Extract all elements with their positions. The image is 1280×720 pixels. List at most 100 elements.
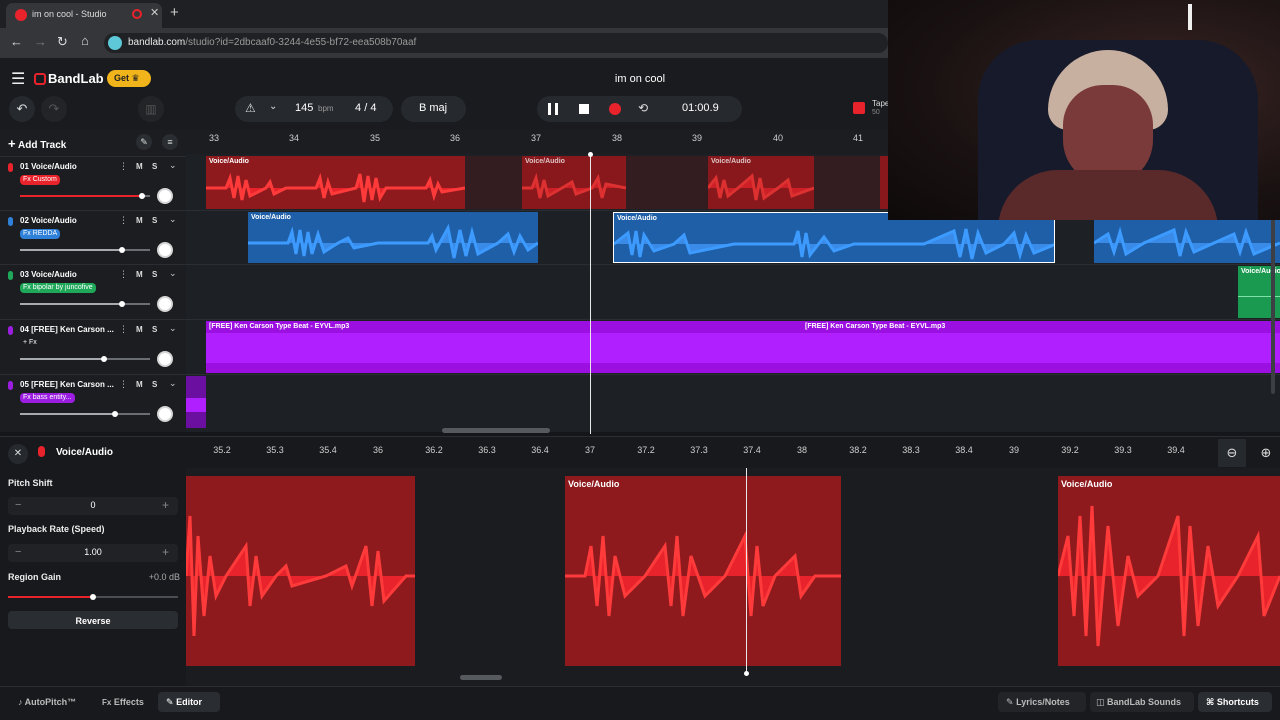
pan-knob[interactable] <box>157 406 173 422</box>
track-settings-icon[interactable]: ≡ <box>162 134 178 150</box>
record-button[interactable] <box>609 103 621 115</box>
tuner-icon[interactable]: ✎ <box>136 134 152 150</box>
autopitch-button[interactable]: ♪ AutoPitch™ <box>18 697 76 707</box>
shortcuts-button[interactable]: ⌘ Shortcuts <box>1198 692 1272 712</box>
close-editor-icon[interactable]: ✕ <box>8 444 28 464</box>
time-signature[interactable]: 4 / 4 <box>355 102 376 114</box>
track-menu-icon[interactable]: ⋮ <box>119 269 128 280</box>
solo-button[interactable]: S <box>152 380 157 389</box>
project-title[interactable]: im on cool <box>580 73 700 85</box>
chevron-down-icon[interactable]: ⌄ <box>169 214 177 225</box>
undo-icon[interactable]: ↶ <box>9 96 35 122</box>
pan-knob[interactable] <box>157 242 173 258</box>
mute-button[interactable]: M <box>136 270 143 279</box>
reverse-button[interactable]: Reverse <box>8 611 178 629</box>
rate-minus-button[interactable]: − <box>15 546 21 558</box>
playhead-handle[interactable] <box>588 152 593 157</box>
effects-button[interactable]: Fx Effects <box>102 697 144 707</box>
chevron-down-icon[interactable]: ⌄ <box>169 268 177 279</box>
fx-tag[interactable]: Fx REDDA <box>20 229 61 239</box>
reload-icon[interactable]: ↻ <box>57 34 68 50</box>
new-tab-icon[interactable]: + <box>170 4 179 21</box>
key-selector[interactable]: B maj <box>401 96 466 122</box>
editor-playhead[interactable] <box>746 468 747 676</box>
chevron-down-icon[interactable]: ⌄ <box>169 378 177 389</box>
fx-tag[interactable]: + Fx <box>20 338 40 348</box>
url-field[interactable]: bandlab.com/studio?id=2dbcaaf0-3244-4e55… <box>104 33 888 53</box>
close-tab-icon[interactable]: ✕ <box>150 6 159 19</box>
track-name[interactable]: 01 Voice/Audio <box>20 162 77 171</box>
audio-region[interactable]: Voice/Audio <box>248 212 538 263</box>
fx-tag[interactable]: Fx bass entity... <box>20 393 75 403</box>
mute-button[interactable]: M <box>136 216 143 225</box>
editor-audio-region[interactable]: Voice/Audio <box>1058 476 1280 666</box>
add-track-button[interactable]: + Add Track <box>8 136 66 151</box>
fx-tag[interactable]: Fx bipolar by juncofive <box>20 283 96 293</box>
bpm-value[interactable]: 145 <box>295 102 313 114</box>
fx-tag[interactable]: Fx Custom <box>20 175 60 185</box>
pan-knob[interactable] <box>157 296 173 312</box>
editor-playhead-handle[interactable] <box>744 671 749 676</box>
beat-region[interactable]: [FREE] Ken Carson Type Beat - EYVL.mp3 <box>802 321 1280 373</box>
track-row[interactable]: 02 Voice/Audio ⋮ M S ⌄ Fx REDDA <box>0 210 186 264</box>
volume-handle[interactable] <box>139 193 145 199</box>
pan-knob[interactable] <box>157 351 173 367</box>
editor-ruler[interactable]: 35.2 35.3 35.4 36 36.2 36.3 36.4 37 37.2 37.3 37.4… <box>186 437 1216 467</box>
region-gain-handle[interactable] <box>90 594 96 600</box>
lyrics-button[interactable]: ✎ Lyrics/Notes <box>998 692 1086 712</box>
solo-button[interactable]: S <box>152 270 157 279</box>
zoom-out-icon[interactable]: ⊖ <box>1218 439 1246 467</box>
track-name[interactable]: 05 [FREE] Ken Carson ... <box>20 380 114 389</box>
track-menu-icon[interactable]: ⋮ <box>119 324 128 335</box>
editor-h-scrollbar[interactable] <box>460 675 502 680</box>
mixer-icon[interactable]: ▥ <box>138 96 164 122</box>
pitch-minus-button[interactable]: − <box>15 499 21 511</box>
beat-region[interactable]: [FREE] Ken Carson Type Beat - EYVL.mp3 <box>206 321 802 373</box>
rate-plus-button[interactable]: + <box>162 545 169 559</box>
beat-region[interactable] <box>186 376 206 428</box>
timeline-h-scrollbar[interactable] <box>442 428 550 433</box>
track-menu-icon[interactable]: ⋮ <box>119 215 128 226</box>
pause-button[interactable] <box>548 103 558 115</box>
bandlab-sounds-button[interactable]: ◫ BandLab Sounds <box>1090 692 1194 712</box>
chevron-down-icon[interactable]: ⌄ <box>169 160 177 171</box>
volume-handle[interactable] <box>119 301 125 307</box>
metronome-icon[interactable]: ⚠ <box>245 101 256 115</box>
pitch-shift-stepper[interactable]: − 0 + <box>8 497 178 515</box>
playback-rate-value[interactable]: 1.00 <box>78 547 108 557</box>
get-membership-button[interactable]: Get ♛ <box>107 70 151 87</box>
chevron-down-icon[interactable]: ⌄ <box>169 323 177 334</box>
loop-icon[interactable]: ⟲ <box>638 101 648 115</box>
solo-button[interactable]: S <box>152 162 157 171</box>
tempo-dropdown-icon[interactable]: ⌄ <box>269 101 277 112</box>
browser-tab[interactable]: im on cool - Studio ✕ <box>6 3 162 28</box>
menu-icon[interactable]: ☰ <box>11 69 25 89</box>
pitch-plus-button[interactable]: + <box>162 498 169 512</box>
stop-button[interactable] <box>579 104 589 114</box>
editor-waveform-lane[interactable]: Voice/Audio Voice/Audio <box>186 468 1280 686</box>
tape-icon[interactable] <box>853 102 865 114</box>
volume-handle[interactable] <box>119 247 125 253</box>
volume-handle[interactable] <box>101 356 107 362</box>
playhead[interactable] <box>590 152 591 434</box>
playback-rate-stepper[interactable]: − 1.00 + <box>8 544 178 562</box>
audio-region[interactable]: Voice/Audio <box>206 156 465 209</box>
track-name[interactable]: 04 [FREE] Ken Carson ... <box>20 325 114 334</box>
track-row[interactable]: 03 Voice/Audio ⋮ M S ⌄ Fx bipolar by juncofiv… <box>0 264 186 318</box>
volume-handle[interactable] <box>112 411 118 417</box>
solo-button[interactable]: S <box>152 325 157 334</box>
site-info-icon[interactable] <box>108 36 122 50</box>
forward-icon[interactable]: → <box>34 34 47 49</box>
zoom-in-icon[interactable]: ⊕ <box>1252 439 1280 467</box>
mute-button[interactable]: M <box>136 380 143 389</box>
track-menu-icon[interactable]: ⋮ <box>119 379 128 390</box>
back-icon[interactable]: ← <box>10 34 23 49</box>
track-row[interactable]: 01 Voice/Audio ⋮ M S ⌄ Fx Custom <box>0 156 186 210</box>
pitch-shift-value[interactable]: 0 <box>78 500 108 510</box>
mute-button[interactable]: M <box>136 162 143 171</box>
home-icon[interactable]: ⌂ <box>81 33 89 48</box>
track-name[interactable]: 03 Voice/Audio <box>20 270 77 279</box>
mute-button[interactable]: M <box>136 325 143 334</box>
editor-button[interactable]: ✎ Editor <box>158 692 220 712</box>
track-row[interactable]: 05 [FREE] Ken Carson ... ⋮ M S ⌄ Fx bass enti… <box>0 374 186 428</box>
